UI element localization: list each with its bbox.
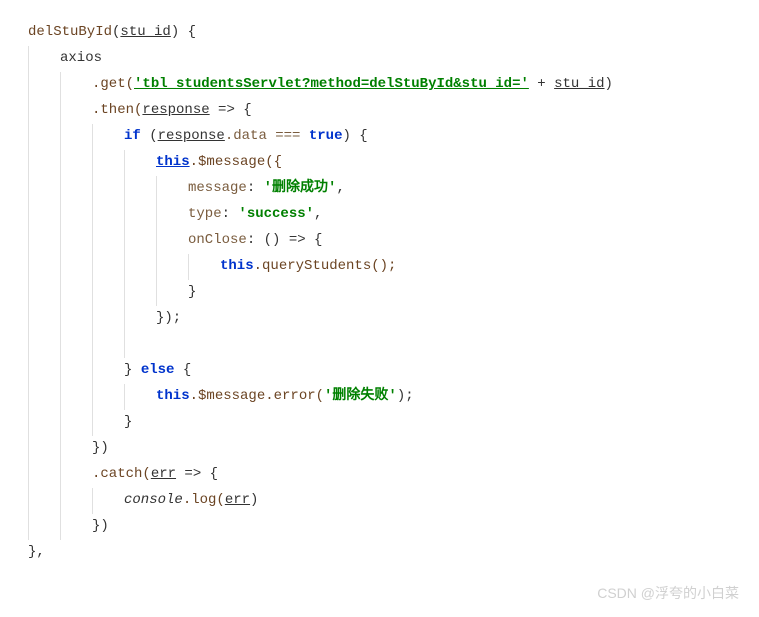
code-line: .catch(err => {: [20, 462, 759, 488]
code-line: message: '删除成功',: [20, 176, 759, 202]
keyword-else: else: [141, 362, 175, 378]
code-line: console.log(err): [20, 488, 759, 514]
code-line: }): [20, 436, 759, 462]
code-line: }: [20, 280, 759, 306]
code-line: }): [20, 514, 759, 540]
code-line: },: [20, 540, 759, 566]
code-line: }: [20, 410, 759, 436]
parameter: stu_id: [120, 24, 170, 40]
method-name: delStuById: [28, 24, 112, 40]
keyword-if: if: [124, 128, 141, 144]
code-line: this.$message({: [20, 150, 759, 176]
code-line: } else {: [20, 358, 759, 384]
code-line: delStuById(stu_id) {: [20, 20, 759, 46]
code-line: this.queryStudents();: [20, 254, 759, 280]
code-line: if (response.data === true) {: [20, 124, 759, 150]
code-line: axios: [20, 46, 759, 72]
code-line: });: [20, 306, 759, 332]
string-literal: '删除失败': [324, 388, 397, 404]
code-line: this.$message.error('删除失败');: [20, 384, 759, 410]
code-line: .get('tbl_studentsServlet?method=delStuB…: [20, 72, 759, 98]
watermark: CSDN @浮夸的小白菜: [597, 581, 739, 607]
code-line: type: 'success',: [20, 202, 759, 228]
string-literal: 'success': [238, 206, 314, 222]
code-line: .then(response => {: [20, 98, 759, 124]
keyword-this: this: [156, 154, 190, 170]
code-line: onClose: () => {: [20, 228, 759, 254]
string-literal: '删除成功': [264, 180, 337, 196]
string-literal: 'tbl_studentsServlet?method=delStuById&s…: [134, 76, 529, 92]
code-block: delStuById(stu_id) { axios .get('tbl_stu…: [20, 20, 759, 566]
code-line: [20, 332, 759, 358]
